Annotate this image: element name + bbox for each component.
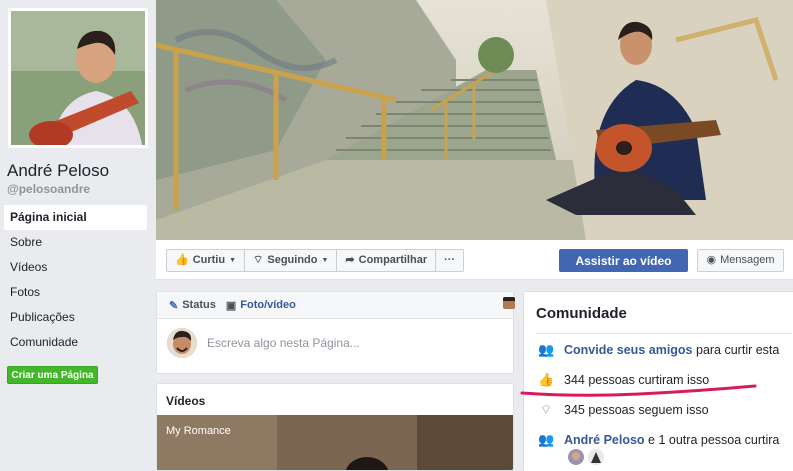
video-thumbnail[interactable]: My Romance: [157, 415, 513, 470]
thumbs-up-icon: 👍: [175, 254, 189, 266]
sidebar-item-community[interactable]: Comunidade: [4, 330, 147, 355]
friends-rest: e 1 outra pessoa curtira: [644, 433, 780, 447]
pencil-icon: ✎: [169, 299, 179, 312]
action-button-group: 👍 Curtiu ▼ ⌔ Seguindo ▼ ➦ Compartilhar ·…: [166, 249, 465, 272]
annotation-underline: [520, 384, 757, 397]
cover-photo[interactable]: [156, 0, 793, 240]
invite-friends-row: 👥 Convide seus amigos para curtir esta: [538, 340, 779, 360]
invite-text: Convide seus amigos para curtir esta: [564, 343, 779, 357]
watch-video-button[interactable]: Assistir ao vídeo: [559, 249, 688, 272]
chevron-down-icon: ▼: [321, 257, 329, 264]
sidebar-item-about[interactable]: Sobre: [4, 230, 147, 255]
rss-icon: ⌔: [539, 402, 553, 417]
video-title: My Romance: [166, 425, 231, 437]
left-sidebar: André Peloso @pelosoandre Página inicial…: [0, 0, 152, 471]
composer-tabs: ✎ Status ▣ Foto/vídeo: [157, 292, 515, 319]
status-tab[interactable]: ✎ Status: [169, 299, 216, 312]
photo-video-tab-label: Foto/vídeo: [240, 299, 296, 311]
more-label: ···: [444, 254, 456, 266]
friends-liked-text: André Peloso e 1 outra pessoa curtira: [564, 433, 779, 447]
following-label: Seguindo: [267, 254, 318, 266]
post-input[interactable]: Escreva algo nesta Página...: [207, 336, 360, 350]
messenger-icon: ◉: [706, 254, 717, 266]
page-action-bar: 👍 Curtiu ▼ ⌔ Seguindo ▼ ➦ Compartilhar ·…: [156, 240, 793, 280]
liked-label: Curtiu: [192, 254, 226, 266]
avatar[interactable]: [588, 449, 604, 465]
following-button[interactable]: ⌔ Seguindo ▼: [245, 250, 338, 271]
invite-rest: para curtir esta: [692, 343, 780, 357]
videos-section-title: Vídeos: [166, 394, 206, 408]
follows-row: ⌔ 345 pessoas seguem isso: [538, 400, 709, 420]
photo-video-tab[interactable]: ▣ Foto/vídeo: [226, 299, 296, 312]
composer-body: Escreva algo nesta Página...: [157, 319, 513, 374]
follows-count-text[interactable]: 345 pessoas seguem isso: [564, 403, 709, 417]
sidebar-item-home[interactable]: Página inicial: [4, 205, 147, 230]
chevron-down-icon: ▼: [229, 257, 237, 264]
divider: [536, 333, 792, 334]
status-tab-label: Status: [182, 299, 216, 311]
community-title: Comunidade: [536, 305, 627, 322]
friends-liked-row: 👥 André Peloso e 1 outra pessoa curtira: [538, 430, 779, 450]
profile-picture[interactable]: [8, 8, 148, 148]
post-composer: ✎ Status ▣ Foto/vídeo Escreva algo nesta…: [156, 291, 515, 374]
people-icon: 👥: [538, 342, 555, 357]
friend-name-link[interactable]: André Peloso: [564, 433, 645, 447]
friend-avatars: [568, 449, 604, 465]
sidebar-item-posts[interactable]: Publicações: [4, 305, 147, 330]
message-label: Mensagem: [720, 254, 775, 266]
liked-button[interactable]: 👍 Curtiu ▼: [167, 250, 246, 271]
avatar[interactable]: [568, 449, 584, 465]
page-name[interactable]: André Peloso: [7, 161, 109, 181]
people-icon: 👥: [538, 432, 555, 447]
message-button[interactable]: ◉ Mensagem: [697, 249, 784, 272]
sidebar-item-videos[interactable]: Vídeos: [4, 255, 147, 280]
sidebar-nav: Página inicial Sobre Vídeos Fotos Public…: [4, 205, 147, 355]
videos-section: Vídeos My Romance: [156, 383, 514, 471]
camera-icon: ▣: [225, 299, 237, 312]
avatar: [167, 328, 197, 358]
more-options-button[interactable]: ···: [436, 250, 463, 271]
share-button[interactable]: ➦ Compartilhar: [337, 250, 437, 271]
invite-friends-link[interactable]: Convide seus amigos: [564, 343, 693, 357]
create-page-button[interactable]: Criar uma Página: [7, 366, 98, 384]
avatar[interactable]: [503, 297, 515, 309]
page-handle[interactable]: @pelosoandre: [7, 182, 90, 196]
share-arrow-icon: ➦: [345, 254, 355, 266]
rss-icon: ⌔: [253, 254, 264, 266]
share-label: Compartilhar: [358, 254, 428, 266]
sidebar-item-photos[interactable]: Fotos: [4, 280, 147, 305]
